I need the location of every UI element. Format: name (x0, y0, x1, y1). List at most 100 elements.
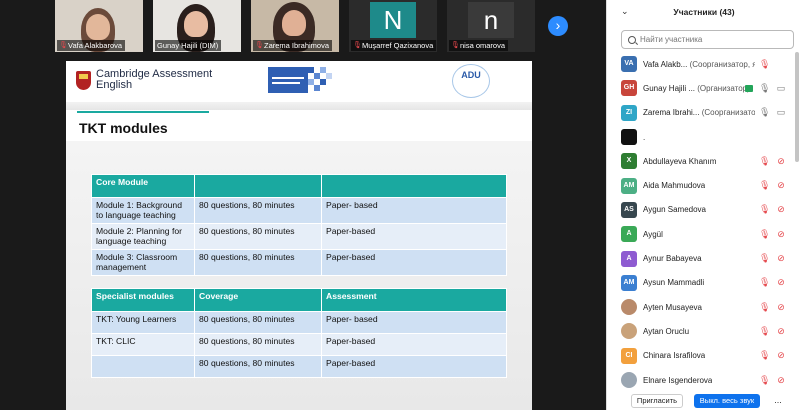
camera-off-icon[interactable]: ⊘ (775, 277, 787, 288)
participant-role: (Соорганизатор) (701, 108, 755, 118)
table-header-cell: Assessment (321, 288, 507, 312)
participant-row[interactable]: A Aygül 🎙 ⊘ (607, 222, 795, 246)
specialist-modules-table: Specialist modules Coverage Assessment T… (91, 288, 507, 378)
mic-muted-icon[interactable]: 🎙 (759, 156, 770, 167)
thumb-name-label: 🎙 nisa omarova (449, 40, 509, 51)
table-cell: Module 3: Classroom management (91, 249, 195, 276)
camera-icon[interactable]: ▭ (775, 83, 787, 94)
more-options-button[interactable]: ... (771, 394, 785, 408)
table-cell: 80 questions, 80 minutes (194, 223, 322, 250)
person-face (184, 11, 208, 37)
meeting-area: 🎙 Vafa Alakbarova Gunay Hajili (DIM) 🎙 Zar… (0, 0, 606, 410)
camera-off-icon[interactable]: ⊘ (775, 375, 787, 386)
table-cell: Paper- based (321, 311, 507, 334)
mute-all-button[interactable]: Выкл. весь звук (694, 394, 760, 408)
mic-muted-icon[interactable]: 🎙 (759, 59, 770, 70)
participant-list-scrollbar[interactable] (795, 52, 799, 162)
mic-muted-icon: 🎙 (255, 41, 264, 49)
participant-name: Aytan Oruclu (643, 327, 689, 336)
mic-muted-icon[interactable]: 🎙 (759, 326, 770, 337)
participant-row[interactable]: AM Aida Mahmudova 🎙 ⊘ (607, 173, 795, 197)
mic-icon[interactable]: 🎙 (759, 83, 770, 94)
table-header-cell: Specialist modules (91, 288, 195, 312)
video-thumb-vafa[interactable]: 🎙 Vafa Alakbarova (55, 0, 143, 52)
mic-muted-icon: 🎙 (353, 41, 362, 49)
avatar: A (621, 250, 637, 267)
camera-off-icon[interactable]: ⊘ (775, 180, 787, 191)
table-cell: Paper- based (321, 197, 507, 224)
person-face (86, 14, 110, 40)
shared-screen-slide: Cambridge Assessment English ADU TKT mod… (66, 61, 532, 410)
mic-muted-icon[interactable]: 🎙 (759, 350, 770, 361)
participant-row[interactable]: ZI Zarema Ibrahi... (Соорганизатор) 🎙 ▭ (607, 101, 795, 125)
core-modules-table: Core Module Module 1: Background to lang… (91, 174, 507, 276)
camera-off-icon[interactable]: ⊘ (775, 350, 787, 361)
avatar: X (621, 153, 637, 170)
participant-name: Vafa Alakb... (Соорганизатор, я) (643, 60, 755, 69)
mic-muted-icon[interactable]: 🎙 (759, 302, 770, 313)
camera-off-icon[interactable]: ⊘ (775, 302, 787, 313)
participant-name-text: Aygül (643, 229, 663, 239)
participant-row[interactable]: CI Chinara Israfilova 🎙 ⊘ (607, 344, 795, 368)
search-icon (628, 35, 636, 44)
table-header-cell (321, 174, 507, 198)
avatar: A (621, 226, 637, 243)
participant-row[interactable]: Aytan Oruclu 🎙 ⊘ (607, 319, 795, 343)
mic-muted-icon[interactable]: 🎙 (759, 253, 770, 264)
avatar (621, 129, 637, 146)
participant-name: Zarema Ibrahi... (Соорганизатор) (643, 108, 755, 117)
table-row: TKT: CLIC 80 questions, 80 minutes Paper… (91, 333, 507, 356)
chevron-right-icon: › (555, 17, 561, 33)
participant-row[interactable]: X Abdullayeva Khanım 🎙 ⊘ (607, 149, 795, 173)
participant-row[interactable]: GH Gunay Hajili ... (Организатор) 🎙 ▭ (607, 76, 795, 100)
participant-name-text: Aysun Mammadli (643, 278, 705, 288)
participant-name: Aygül (643, 230, 663, 239)
mic-muted-icon[interactable]: 🎙 (759, 204, 770, 215)
mic-muted-icon[interactable]: 🎙 (759, 180, 770, 191)
camera-off-icon[interactable]: ⊘ (775, 229, 787, 240)
camera-off-icon[interactable]: ⊘ (775, 326, 787, 337)
participant-name-text: . (643, 132, 646, 142)
participant-name-text: Ayten Musayeva (643, 302, 702, 312)
participant-search-input[interactable] (640, 35, 785, 44)
participant-name: Gunay Hajili ... (Организатор) (643, 84, 750, 93)
table-row: 80 questions, 80 minutes Paper-based (91, 355, 507, 378)
mic-icon[interactable]: 🎙 (759, 107, 770, 118)
avatar (621, 372, 637, 388)
participant-name: Elnare Isgenderova (643, 376, 712, 385)
table-cell: TKT: CLIC (91, 333, 195, 356)
mic-muted-icon: 🎙 (59, 41, 68, 49)
video-thumb-gunay[interactable]: Gunay Hajili (DIM) (153, 0, 241, 52)
table-header-cell: Core Module (91, 174, 195, 198)
slide-title-rule (77, 111, 209, 113)
participant-row[interactable]: A Aynur Babayeva 🎙 ⊘ (607, 246, 795, 270)
mic-muted-icon[interactable]: 🎙 (759, 375, 770, 386)
mic-muted-icon[interactable]: 🎙 (759, 277, 770, 288)
camera-off-icon[interactable]: ⊘ (775, 156, 787, 167)
participant-row[interactable]: AM Aysun Mammadli 🎙 ⊘ (607, 271, 795, 295)
participant-row[interactable]: . (607, 125, 795, 149)
participants-footer: Пригласить Выкл. весь звук ... (607, 392, 800, 410)
camera-off-icon[interactable]: ⊘ (775, 204, 787, 215)
participant-row[interactable]: Elnare Isgenderova 🎙 ⊘ (607, 368, 795, 392)
participant-row[interactable]: AS Aygun Samedova 🎙 ⊘ (607, 198, 795, 222)
participant-search[interactable] (621, 30, 794, 49)
table-cell: Paper-based (321, 333, 507, 356)
participant-name: Aysun Mammadli (643, 278, 704, 287)
camera-icon[interactable]: ▭ (775, 107, 787, 118)
camera-off-icon[interactable]: ⊘ (775, 253, 787, 264)
video-thumb-nisa[interactable]: n 🎙 nisa omarova (447, 0, 535, 52)
next-page-button[interactable]: › (548, 16, 568, 36)
participant-name: Aygun Samedova (643, 205, 706, 214)
avatar: CI (621, 347, 637, 364)
invite-button[interactable]: Пригласить (631, 394, 683, 408)
participant-name-text: Gunay Hajili ... (643, 83, 696, 93)
table-row: Module 2: Planning for language teaching… (91, 223, 507, 250)
participant-name: Ayten Musayeva (643, 303, 702, 312)
participant-row[interactable]: VA Vafa Alakb... (Соорганизатор, я) 🎙 (607, 52, 795, 76)
video-thumb-musarref[interactable]: N 🎙 Muşarref Qazixanova (349, 0, 437, 52)
video-thumb-zarema[interactable]: 🎙 Zarema Ibrahimova (251, 0, 339, 52)
mic-muted-icon[interactable]: 🎙 (759, 229, 770, 240)
participant-row[interactable]: Ayten Musayeva 🎙 ⊘ (607, 295, 795, 319)
avatar: VA (621, 56, 637, 73)
